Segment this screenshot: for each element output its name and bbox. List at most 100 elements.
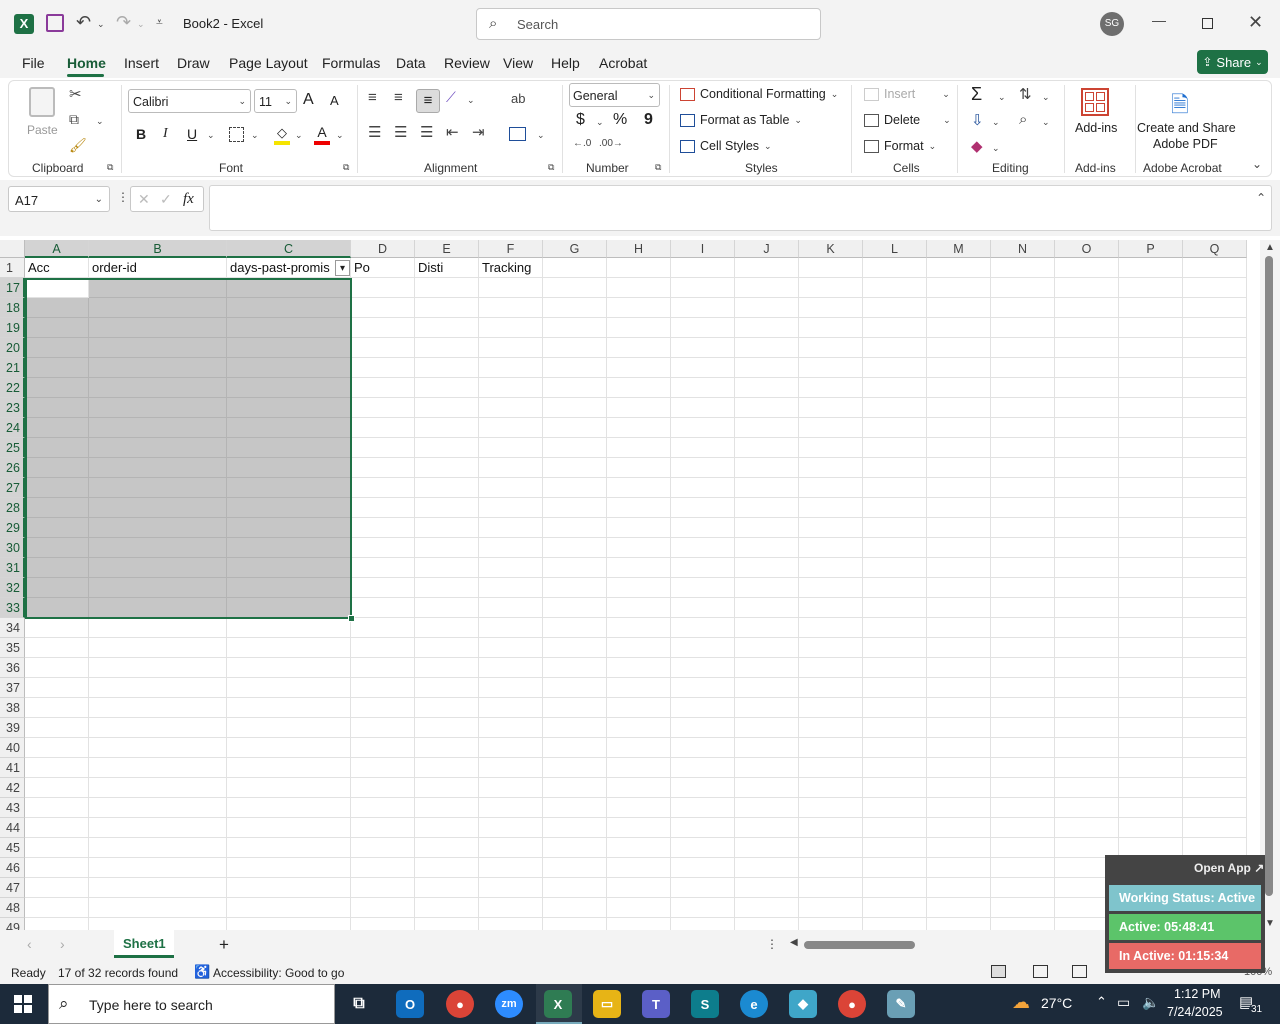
cell-f33[interactable] [479,598,543,618]
cell-o26[interactable] [1055,458,1119,478]
font-name-select[interactable]: Calibri ⌄ [128,89,251,113]
cell-n24[interactable] [991,418,1055,438]
decrease-indent-icon[interactable]: ⇤ [446,123,459,141]
cell-q38[interactable] [1183,698,1247,718]
cell-n39[interactable] [991,718,1055,738]
borders-dropdown-icon[interactable]: ⌄ [251,130,259,141]
header-cell-d[interactable]: Po [351,258,415,278]
cell-a29[interactable] [25,518,89,538]
conditional-formatting-button[interactable]: Conditional Formatting ⌄ [680,87,838,101]
task-view-icon[interactable]: ⧉ [345,990,373,1018]
row-header-43[interactable]: 43 [0,798,25,818]
cell-p29[interactable] [1119,518,1183,538]
cell-h23[interactable] [607,398,671,418]
cell-p22[interactable] [1119,378,1183,398]
cell-j22[interactable] [735,378,799,398]
cell-e28[interactable] [415,498,479,518]
cell-p42[interactable] [1119,778,1183,798]
scroll-down-icon[interactable]: ▼ [1265,918,1275,929]
tab-home[interactable]: Home [67,55,106,71]
column-header-e[interactable]: E [415,240,479,258]
cell-f32[interactable] [479,578,543,598]
cell-i44[interactable] [671,818,735,838]
clipboard-launcher-icon[interactable]: ⧉ [107,162,113,173]
cell-n36[interactable] [991,658,1055,678]
cell-a23[interactable] [25,398,89,418]
cell-g20[interactable] [543,338,607,358]
row-header-48[interactable]: 48 [0,898,25,918]
cell-j39[interactable] [735,718,799,738]
cell-m34[interactable] [927,618,991,638]
column-header-o[interactable]: O [1055,240,1119,258]
cell-o35[interactable] [1055,638,1119,658]
cell-j20[interactable] [735,338,799,358]
cell-d42[interactable] [351,778,415,798]
cell-styles-button[interactable]: Cell Styles ⌄ [680,139,772,153]
cell-c18[interactable] [227,298,351,318]
autosum-dropdown-icon[interactable]: ⌄ [998,92,1006,103]
copy-dropdown-icon[interactable]: ⌄ [96,116,104,127]
font-color-dropdown-icon[interactable]: ⌄ [336,130,344,141]
cell-h21[interactable] [607,358,671,378]
cell-j42[interactable] [735,778,799,798]
font-size-select[interactable]: 11 ⌄ [254,89,297,113]
cell-i45[interactable] [671,838,735,858]
cell-d30[interactable] [351,538,415,558]
cell-g41[interactable] [543,758,607,778]
cell-n27[interactable] [991,478,1055,498]
grow-font-button[interactable]: A [303,91,314,109]
tray-chevron-icon[interactable]: ⌃ [1096,994,1107,1010]
cell-f26[interactable] [479,458,543,478]
cell-h28[interactable] [607,498,671,518]
cell-g33[interactable] [543,598,607,618]
cell-h19[interactable] [607,318,671,338]
cell-i42[interactable] [671,778,735,798]
tab-file[interactable]: File [22,55,45,71]
header-cell-b[interactable]: order-id [89,258,227,278]
cell-g21[interactable] [543,358,607,378]
cell-m39[interactable] [927,718,991,738]
cell-i28[interactable] [671,498,735,518]
cell-e18[interactable] [415,298,479,318]
cell-j47[interactable] [735,878,799,898]
cell-k17[interactable] [799,278,863,298]
cell-h22[interactable] [607,378,671,398]
clock-time[interactable]: 1:12 PM [1174,987,1221,1001]
cell-m28[interactable] [927,498,991,518]
cell-p37[interactable] [1119,678,1183,698]
cell-b31[interactable] [89,558,227,578]
row-header-30[interactable]: 30 [0,538,25,558]
cell-j30[interactable] [735,538,799,558]
cell-e26[interactable] [415,458,479,478]
row-header-31[interactable]: 31 [0,558,25,578]
cell-i38[interactable] [671,698,735,718]
cell-i36[interactable] [671,658,735,678]
cell-m43[interactable] [927,798,991,818]
cell-j38[interactable] [735,698,799,718]
cell-p23[interactable] [1119,398,1183,418]
cell-k29[interactable] [799,518,863,538]
cell-f36[interactable] [479,658,543,678]
header-cell-e[interactable]: Disti [415,258,479,278]
cell-q37[interactable] [1183,678,1247,698]
cell-o37[interactable] [1055,678,1119,698]
cell-a39[interactable] [25,718,89,738]
cell-n21[interactable] [991,358,1055,378]
row-header-44[interactable]: 44 [0,818,25,838]
cell-j18[interactable] [735,298,799,318]
cell-b36[interactable] [89,658,227,678]
cell-l48[interactable] [863,898,927,918]
minimize-icon[interactable]: — [1152,12,1166,28]
cell-l34[interactable] [863,618,927,638]
cell-i40[interactable] [671,738,735,758]
cell-m45[interactable] [927,838,991,858]
cell-o41[interactable] [1055,758,1119,778]
tab-view[interactable]: View [503,55,533,71]
cell-l41[interactable] [863,758,927,778]
sheet-tab-sheet1[interactable]: Sheet1 [114,930,174,958]
cell-h24[interactable] [607,418,671,438]
cell-g47[interactable] [543,878,607,898]
cell-d32[interactable] [351,578,415,598]
cell-h39[interactable] [607,718,671,738]
cell-f43[interactable] [479,798,543,818]
